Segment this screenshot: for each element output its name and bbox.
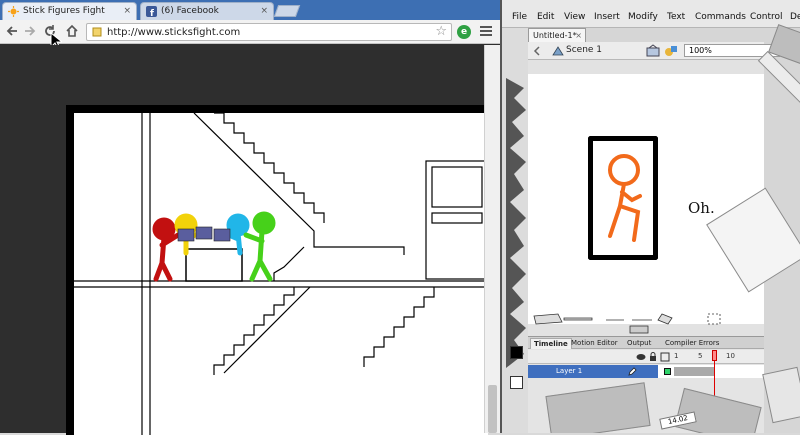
timeline-tabs: Timeline Motion Editor Output Compiler E… bbox=[528, 337, 764, 349]
tab-compiler-errors[interactable]: Compiler Errors bbox=[662, 338, 722, 349]
menu-edit[interactable]: Edit bbox=[537, 12, 554, 22]
stage-area: Oh. bbox=[528, 60, 764, 336]
torn-panel-fragment bbox=[674, 387, 762, 433]
document-tab[interactable]: Untitled-1* × bbox=[528, 28, 586, 42]
menu-insert[interactable]: Insert bbox=[594, 12, 620, 22]
torn-panel-fragment bbox=[545, 382, 651, 433]
browser-window: Stick Figures Fight × f (6) Facebook × h… bbox=[0, 0, 500, 435]
frame-number: 10 bbox=[726, 352, 735, 360]
back-arrow-icon[interactable] bbox=[532, 46, 542, 56]
svg-text:f: f bbox=[150, 9, 154, 17]
close-icon[interactable]: × bbox=[575, 29, 582, 42]
menu-view[interactable]: View bbox=[564, 12, 585, 22]
page-viewport bbox=[0, 45, 500, 435]
frame-number: 5 bbox=[698, 352, 703, 360]
sun-favicon-icon bbox=[8, 6, 19, 17]
tab-motion-editor[interactable]: Motion Editor bbox=[568, 338, 621, 349]
back-button[interactable] bbox=[4, 24, 20, 40]
stage-toolbar-debris bbox=[533, 313, 721, 334]
scrollbar-thumb[interactable] bbox=[488, 385, 497, 433]
outline-icon[interactable] bbox=[660, 352, 670, 362]
edit-bar: Scene 1 100% ▼ bbox=[528, 42, 780, 60]
browser-menu-icon[interactable] bbox=[480, 26, 492, 37]
home-icon bbox=[66, 24, 78, 37]
tab-title: Stick Figures Fight bbox=[23, 6, 105, 16]
timeline-header: 1 5 10 bbox=[528, 350, 764, 364]
scene-icon bbox=[552, 46, 564, 56]
page-icon bbox=[92, 27, 102, 37]
close-icon[interactable]: × bbox=[260, 3, 268, 19]
zoom-value: 100% bbox=[689, 46, 712, 55]
stick-figure-scene bbox=[74, 113, 488, 435]
new-tab-button[interactable] bbox=[273, 5, 301, 17]
stage-text: Oh. bbox=[688, 199, 715, 217]
frame-number: 1 bbox=[674, 352, 679, 360]
tools-panel bbox=[502, 28, 528, 433]
tab-facebook[interactable]: f (6) Facebook × bbox=[140, 2, 274, 20]
pencil-icon bbox=[628, 367, 637, 376]
stroke-color-swatch[interactable] bbox=[510, 346, 523, 359]
edit-scene-icon[interactable] bbox=[646, 44, 660, 58]
tab-title: (6) Facebook bbox=[161, 6, 219, 16]
forward-button[interactable] bbox=[22, 24, 38, 40]
browser-toolbar: ☆ e bbox=[0, 20, 500, 50]
scene-label: Scene 1 bbox=[566, 45, 603, 55]
facebook-favicon-icon: f bbox=[146, 6, 157, 17]
flash-window: File Edit View Insert Modify Text Comman… bbox=[500, 0, 800, 433]
game-frame bbox=[66, 105, 488, 435]
fill-color-swatch[interactable] bbox=[510, 376, 523, 389]
edit-symbols-icon[interactable] bbox=[664, 44, 678, 58]
tab-output[interactable]: Output bbox=[624, 338, 654, 349]
close-icon[interactable]: × bbox=[123, 3, 131, 19]
vertical-scrollbar[interactable] bbox=[484, 45, 500, 433]
menu-modify[interactable]: Modify bbox=[628, 12, 658, 22]
menu-control[interactable]: Control bbox=[750, 12, 783, 22]
door-with-stick-figure bbox=[588, 136, 658, 260]
keyframe-span[interactable] bbox=[674, 367, 714, 376]
torn-paper-edge bbox=[506, 78, 526, 368]
eye-icon[interactable] bbox=[636, 352, 646, 362]
flash-menubar: File Edit View Insert Modify Text Comman… bbox=[502, 0, 800, 28]
layer-name[interactable]: Layer 1 bbox=[528, 365, 658, 378]
arrow-right-icon bbox=[25, 26, 36, 36]
url-input[interactable] bbox=[107, 24, 427, 40]
menu-file[interactable]: File bbox=[512, 12, 527, 22]
menu-text[interactable]: Text bbox=[667, 12, 685, 22]
extension-icon[interactable]: e bbox=[457, 25, 471, 39]
menu-commands[interactable]: Commands bbox=[695, 12, 746, 22]
tab-stick-figures-fight[interactable]: Stick Figures Fight × bbox=[2, 2, 137, 20]
tab-strip: Stick Figures Fight × f (6) Facebook × bbox=[0, 0, 500, 20]
layer-color-swatch[interactable] bbox=[664, 368, 671, 375]
bookmark-star-icon[interactable]: ☆ bbox=[435, 24, 447, 40]
arrow-left-icon bbox=[6, 26, 17, 36]
document-tab-title: Untitled-1* bbox=[533, 31, 577, 40]
game-canvas[interactable] bbox=[74, 113, 488, 435]
menu-debug[interactable]: De bbox=[790, 12, 800, 22]
torn-panel-fragment bbox=[762, 366, 800, 424]
lock-icon[interactable] bbox=[648, 352, 658, 362]
address-bar[interactable]: ☆ bbox=[86, 23, 452, 41]
stage[interactable]: Oh. bbox=[528, 74, 764, 324]
tab-timeline[interactable]: Timeline bbox=[530, 338, 572, 349]
home-button[interactable] bbox=[64, 24, 80, 40]
layer-row[interactable]: Layer 1 bbox=[528, 365, 764, 378]
timeline-panel: Timeline Motion Editor Output Compiler E… bbox=[528, 336, 764, 433]
